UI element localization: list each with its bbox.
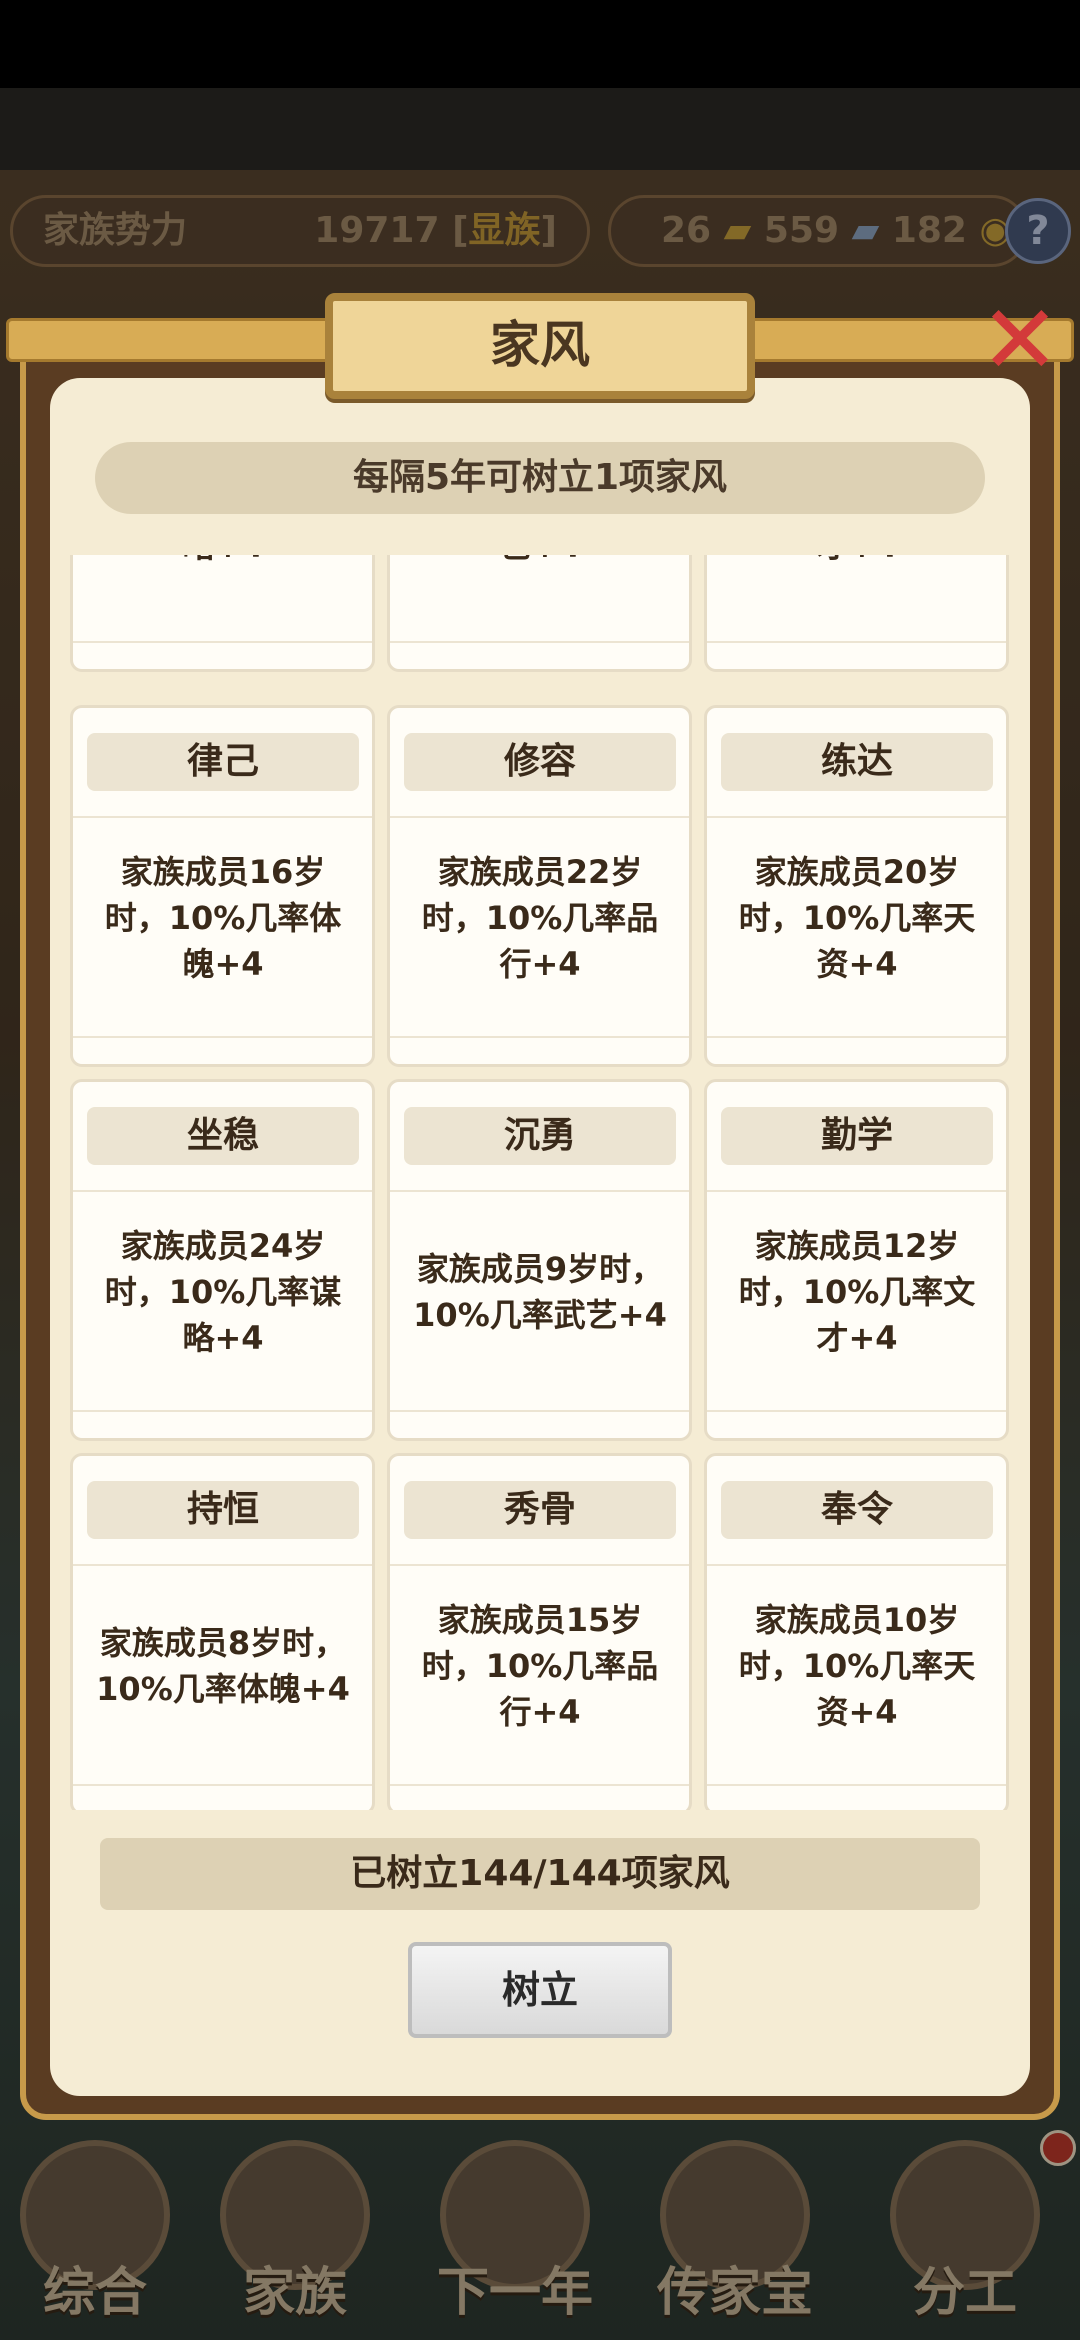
card-footer-line [390, 641, 689, 643]
style-card-lvji[interactable]: 律己 家族成员16岁时，10%几率体魄+4 [70, 705, 375, 1067]
style-card[interactable]: 时，10%几率谋略+4 [70, 555, 375, 672]
modal-title: 家风 [325, 293, 755, 399]
style-card-chiheng[interactable]: 持恒 家族成员8岁时，10%几率体魄+4 [70, 1453, 375, 1810]
card-description: 家族成员12岁时，10%几率文才+4 [738, 1227, 976, 1357]
card-footer-line [73, 641, 372, 643]
card-description: 家族成员24岁时，10%几率谋略+4 [104, 1227, 342, 1357]
card-description: 家族成员20岁时，10%几率天资+4 [738, 853, 976, 983]
style-card-qinxue[interactable]: 勤学 家族成员12岁时，10%几率文才+4 [704, 1079, 1009, 1441]
card-title: 修容 [404, 733, 676, 791]
card-description: 时，10%几率武艺+4 [408, 555, 672, 618]
style-card[interactable]: 时，10%几率文才+4 [704, 555, 1009, 672]
card-title: 练达 [721, 733, 993, 791]
card-description: 时，10%几率文才+4 [725, 555, 989, 618]
establish-button[interactable]: 树立 [408, 1942, 672, 2038]
modal-header-wing-left [6, 318, 346, 362]
family-style-grid[interactable]: 时，10%几率谋略+4 时，10%几率武艺+4 时，10%几率文才+4 律己 家… [60, 555, 1020, 1810]
style-card-fengling[interactable]: 奉令 家族成员10岁时，10%几率天资+4 [704, 1453, 1009, 1810]
style-card-xiugu[interactable]: 秀骨 家族成员15岁时，10%几率品行+4 [387, 1453, 692, 1810]
close-icon[interactable]: ✕ [975, 290, 1065, 390]
card-description: 家族成员15岁时，10%几率品行+4 [421, 1601, 659, 1731]
card-footer-line [73, 1410, 372, 1412]
card-description: 家族成员8岁时，10%几率体魄+4 [96, 1624, 350, 1708]
established-count: 已树立144/144项家风 [100, 1838, 980, 1910]
card-footer-line [707, 1410, 1006, 1412]
card-title: 沉勇 [404, 1107, 676, 1165]
card-divider [390, 1564, 689, 1566]
status-bar [0, 0, 1080, 88]
card-title: 勤学 [721, 1107, 993, 1165]
card-divider [707, 816, 1006, 818]
card-footer-line [390, 1784, 689, 1786]
style-card[interactable]: 时，10%几率武艺+4 [387, 555, 692, 672]
card-title: 奉令 [721, 1481, 993, 1539]
style-card-lianda[interactable]: 练达 家族成员20岁时，10%几率天资+4 [704, 705, 1009, 1067]
card-footer-line [73, 1784, 372, 1786]
card-footer-line [707, 1036, 1006, 1038]
card-description: 家族成员22岁时，10%几率品行+4 [421, 853, 659, 983]
card-title: 坐稳 [87, 1107, 359, 1165]
style-card-chenyong[interactable]: 沉勇 家族成员9岁时，10%几率武艺+4 [387, 1079, 692, 1441]
card-footer-line [73, 1036, 372, 1038]
card-divider [390, 1190, 689, 1192]
card-divider [73, 1564, 372, 1566]
style-card-xiurong[interactable]: 修容 家族成员22岁时，10%几率品行+4 [387, 705, 692, 1067]
notice-banner: 每隔5年可树立1项家风 [95, 442, 985, 514]
card-title: 持恒 [87, 1481, 359, 1539]
card-divider [73, 1190, 372, 1192]
card-footer-line [707, 1784, 1006, 1786]
card-divider [73, 816, 372, 818]
card-divider [707, 1190, 1006, 1192]
card-title: 秀骨 [404, 1481, 676, 1539]
card-title: 律己 [87, 733, 359, 791]
card-divider [707, 1564, 1006, 1566]
style-card-zuowen[interactable]: 坐稳 家族成员24岁时，10%几率谋略+4 [70, 1079, 375, 1441]
card-footer-line [390, 1036, 689, 1038]
card-footer-line [390, 1410, 689, 1412]
card-description: 时，10%几率谋略+4 [91, 555, 355, 618]
card-description: 家族成员9岁时，10%几率武艺+4 [413, 1250, 667, 1334]
card-divider [390, 816, 689, 818]
card-description: 家族成员16岁时，10%几率体魄+4 [104, 853, 342, 983]
card-description: 家族成员10岁时，10%几率天资+4 [738, 1601, 976, 1731]
card-footer-line [707, 641, 1006, 643]
